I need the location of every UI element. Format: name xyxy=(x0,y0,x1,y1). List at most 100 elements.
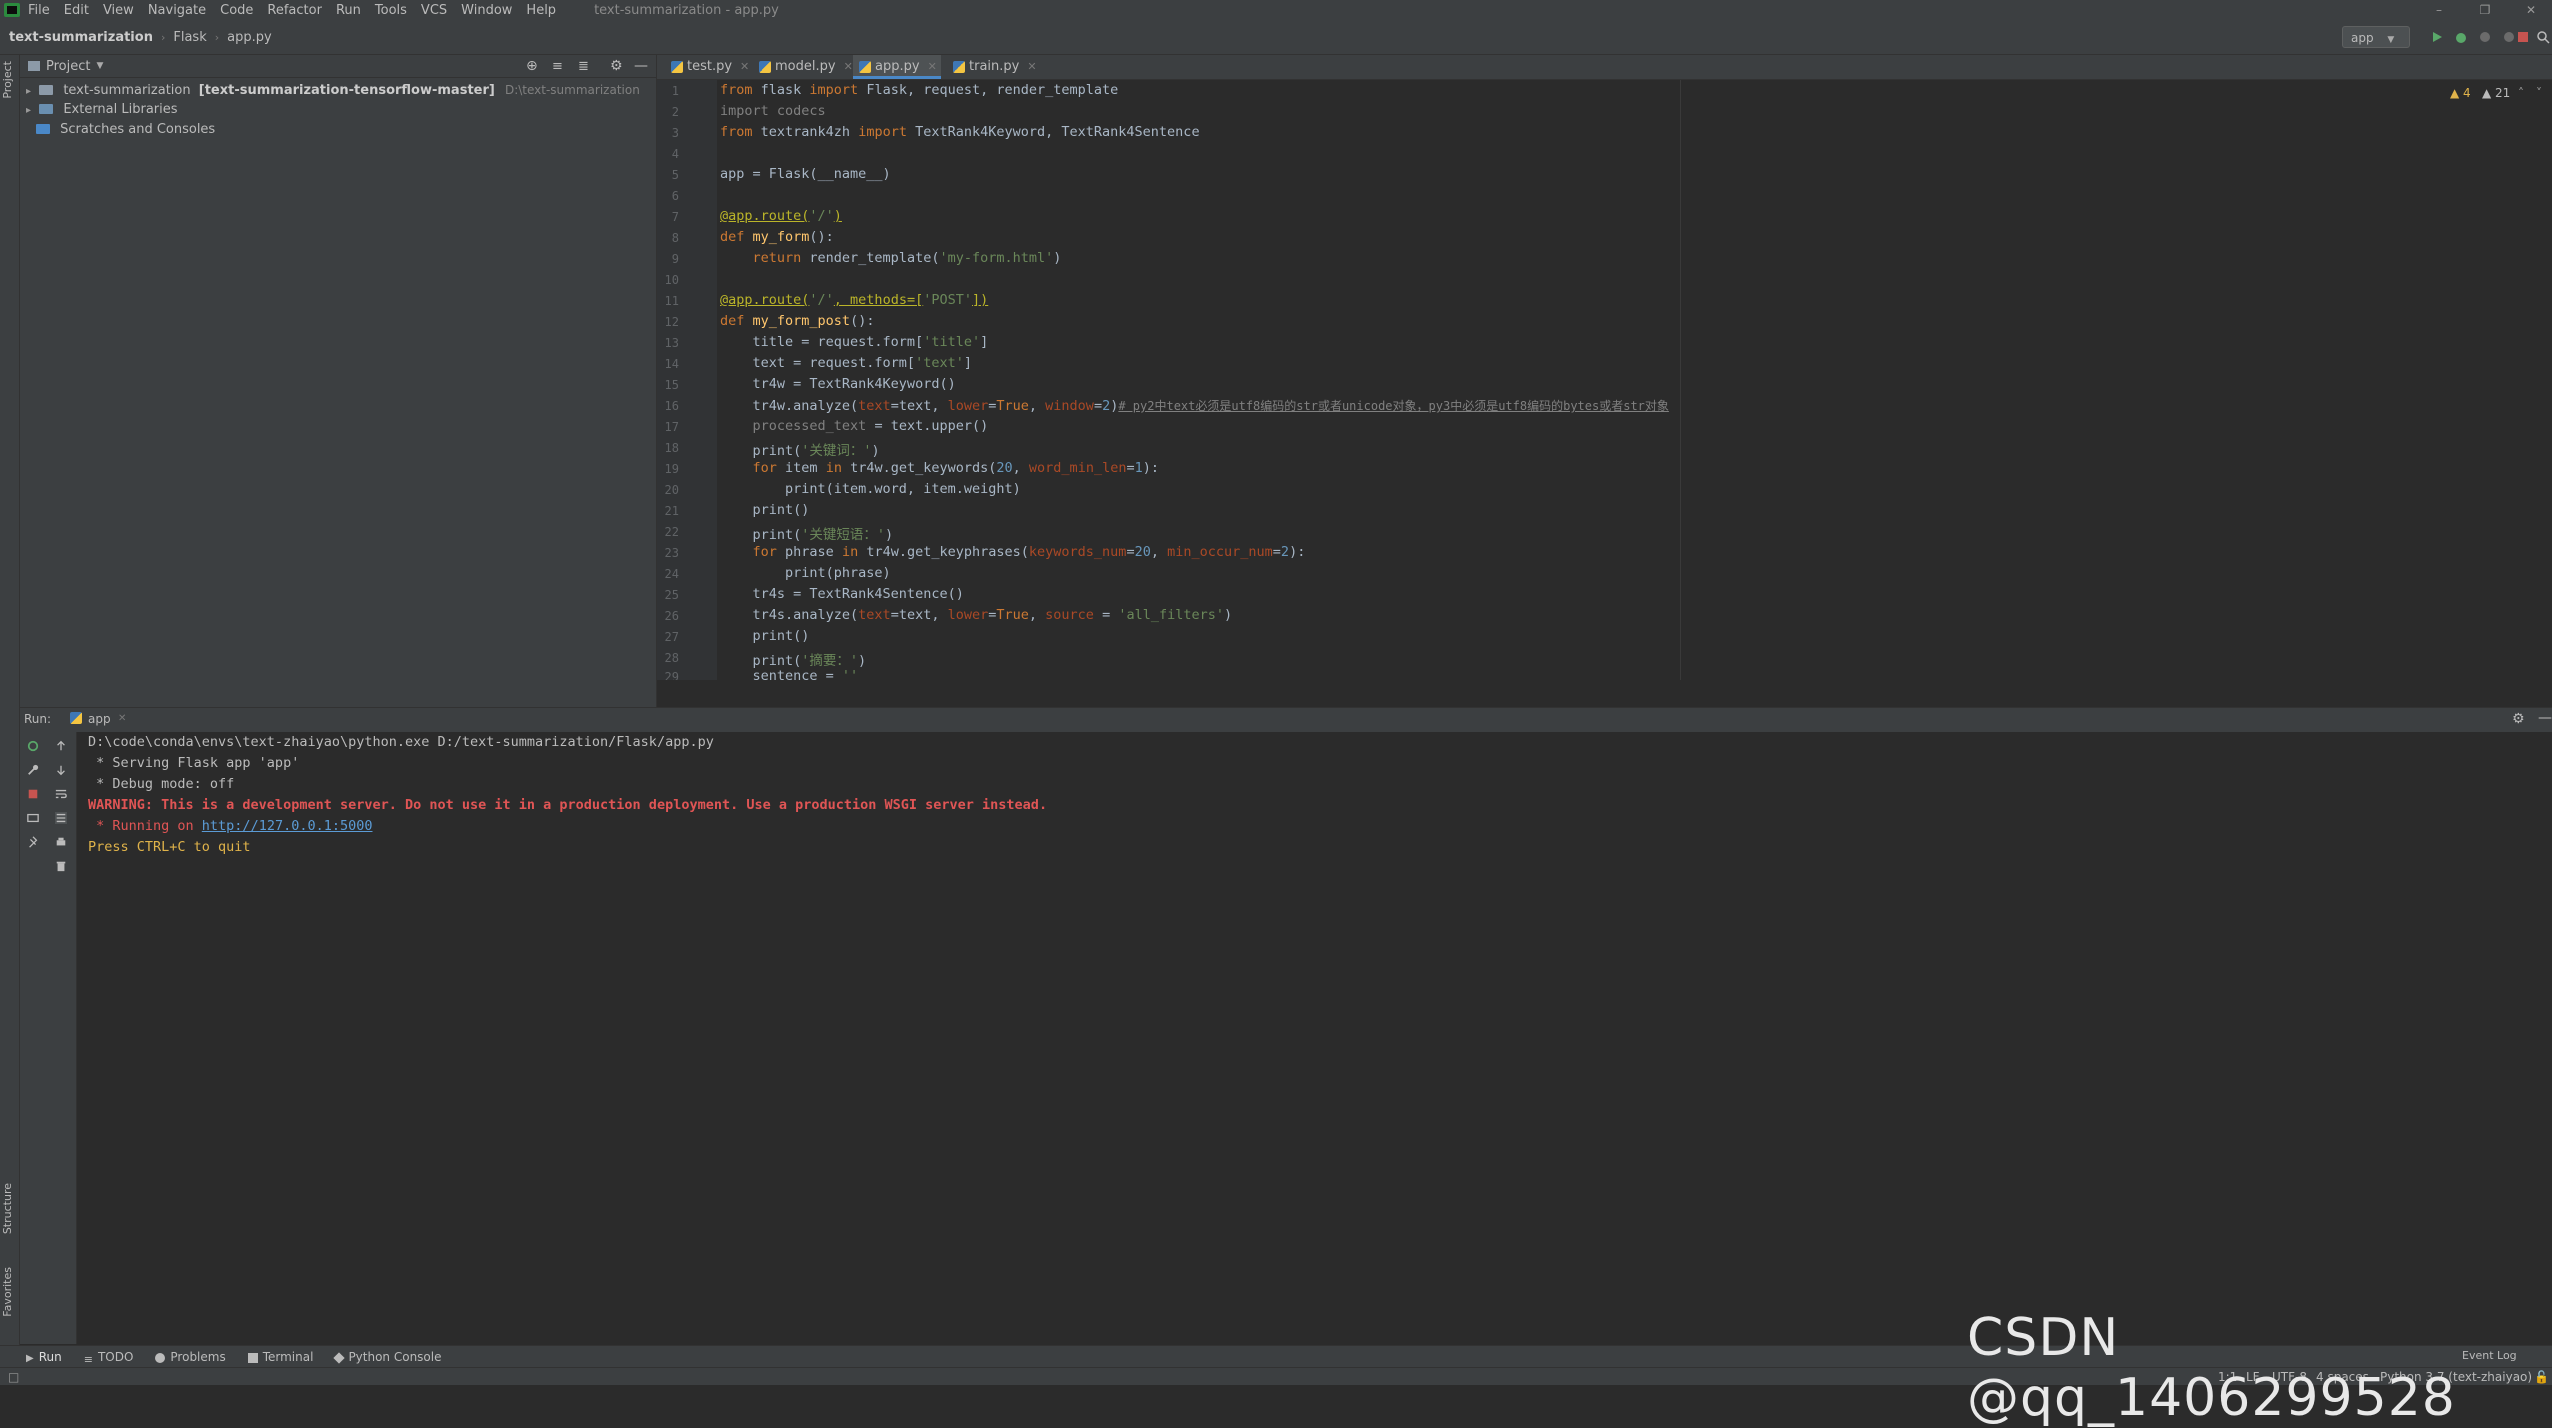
menu-tools[interactable]: Tools xyxy=(375,3,407,18)
code-line: sentence = '' xyxy=(720,668,859,680)
locate-icon[interactable]: ⊕ xyxy=(526,58,538,74)
rerun-icon[interactable] xyxy=(26,740,40,752)
tree-item-project-root[interactable]: ▸ text-summarization [text-summarization… xyxy=(20,80,640,100)
warning-count-badge[interactable]: ▲ 4 xyxy=(2450,86,2471,100)
wrench-icon[interactable] xyxy=(26,764,40,776)
scroll-to-end-icon[interactable] xyxy=(54,812,68,824)
project-tool-tab[interactable]: Project xyxy=(1,61,14,99)
tab-app-py[interactable]: app.py ✕ xyxy=(853,55,941,79)
menu-window[interactable]: Window xyxy=(461,3,512,18)
tool-tab-python-console[interactable]: Python Console xyxy=(333,1350,441,1364)
tool-tab-todo[interactable]: ≡ TODO xyxy=(83,1350,134,1366)
code-line: print('关键词：') xyxy=(720,443,880,459)
list-icon: ≡ xyxy=(83,1352,93,1366)
menu-refactor[interactable]: Refactor xyxy=(267,3,322,18)
close-tab-icon[interactable]: ✕ xyxy=(1027,60,1036,73)
tab-train-py[interactable]: train.py ✕ xyxy=(947,55,1037,79)
chevron-up-icon[interactable]: ˄ xyxy=(2518,86,2524,100)
coverage-icon[interactable] xyxy=(2478,30,2492,44)
restore-icon[interactable]: ❐ xyxy=(2464,0,2506,20)
chevron-right-icon[interactable]: ▸ xyxy=(26,86,31,97)
line-number: 24 xyxy=(664,567,679,581)
debug-icon[interactable] xyxy=(2454,30,2468,44)
code-line: tr4w = TextRank4Keyword() xyxy=(720,376,956,392)
line-number: 14 xyxy=(664,357,679,371)
chevron-down-icon[interactable]: ˅ xyxy=(2536,86,2542,100)
favorites-tool-tab[interactable]: Favorites xyxy=(1,1267,14,1317)
hide-panel-icon[interactable]: — xyxy=(2538,710,2552,726)
hide-panel-icon[interactable]: — xyxy=(634,58,648,74)
line-number: 25 xyxy=(664,588,679,602)
soft-wrap-icon[interactable] xyxy=(54,788,68,800)
menu-vcs[interactable]: VCS xyxy=(421,3,447,18)
pin-icon[interactable] xyxy=(26,836,40,848)
chevron-down-icon[interactable]: ▼ xyxy=(96,61,103,71)
close-tab-icon[interactable]: ✕ xyxy=(740,60,749,73)
run-console[interactable] xyxy=(77,732,2552,1344)
run-tab-app[interactable]: app xyxy=(88,712,111,726)
code-line: @app.route('/', methods=['POST']) xyxy=(720,292,989,308)
menu-help[interactable]: Help xyxy=(526,3,556,18)
collapse-all-icon[interactable]: ≣ xyxy=(578,59,589,74)
close-tab-icon[interactable]: ✕ xyxy=(844,60,853,73)
gear-icon[interactable]: ⚙ xyxy=(2512,711,2525,727)
arrow-down-icon[interactable] xyxy=(54,764,68,776)
gear-icon[interactable]: ⚙ xyxy=(610,58,623,74)
line-number: 20 xyxy=(664,483,679,497)
chevron-right-icon[interactable]: ▸ xyxy=(26,105,31,116)
tab-model-py[interactable]: model.py ✕ xyxy=(753,55,853,79)
console-line: D:\code\conda\envs\text-zhaiyao\python.e… xyxy=(88,734,714,750)
print-icon[interactable] xyxy=(54,836,68,848)
stop-icon[interactable] xyxy=(26,788,40,800)
tool-tab-problems[interactable]: Problems xyxy=(155,1350,226,1364)
run-configuration-select[interactable]: app ▼ xyxy=(2342,26,2410,48)
stop-icon[interactable] xyxy=(2516,30,2530,44)
menu-file[interactable]: File xyxy=(28,3,50,18)
search-everywhere-icon[interactable] xyxy=(2536,30,2550,44)
menu-code[interactable]: Code xyxy=(220,3,253,18)
menu-view[interactable]: View xyxy=(103,3,134,18)
breadcrumb-folder[interactable]: Flask xyxy=(173,30,206,45)
line-number: 17 xyxy=(664,420,679,434)
code-line: print(phrase) xyxy=(720,565,891,581)
project-view-select[interactable]: Project xyxy=(46,59,90,74)
breadcrumb-file[interactable]: app.py xyxy=(227,30,272,45)
weak-warning-count-badge[interactable]: ▲ 21 xyxy=(2482,86,2510,100)
line-number: 28 xyxy=(664,651,679,665)
tool-tab-terminal[interactable]: Terminal xyxy=(247,1350,313,1364)
code-line: import codecs xyxy=(720,103,826,119)
arrow-up-icon[interactable] xyxy=(54,740,68,752)
tool-tab-run[interactable]: ▶ Run xyxy=(26,1350,62,1364)
run-panel-label: Run: xyxy=(24,712,52,726)
profile-icon[interactable] xyxy=(2502,30,2516,44)
line-number: 1 xyxy=(671,84,679,98)
menu-run[interactable]: Run xyxy=(336,3,361,18)
close-tab-icon[interactable]: ✕ xyxy=(928,60,937,73)
left-tool-stripe: Project Structure Favorites xyxy=(0,55,20,1345)
line-number: 16 xyxy=(664,399,679,413)
status-toggle-icon[interactable]: □ xyxy=(8,1370,19,1384)
code-line: print() xyxy=(720,502,810,518)
rerun-icon[interactable] xyxy=(2430,30,2444,44)
menu-edit[interactable]: Edit xyxy=(64,3,89,18)
layout-icon[interactable] xyxy=(26,812,40,824)
code-editor[interactable] xyxy=(717,80,2552,680)
minimize-icon[interactable]: – xyxy=(2418,0,2460,20)
code-line: from flask import Flask, request, render… xyxy=(720,82,1119,98)
server-url-link[interactable]: http://127.0.0.1:5000 xyxy=(202,818,373,834)
breadcrumb-project[interactable]: text-summarization xyxy=(9,30,153,45)
line-number: 23 xyxy=(664,546,679,560)
structure-tool-tab[interactable]: Structure xyxy=(1,1183,14,1234)
tab-test-py[interactable]: test.py ✕ xyxy=(665,55,749,79)
code-line: tr4w.analyze(text=text, lower=True, wind… xyxy=(720,398,1669,414)
trash-icon[interactable] xyxy=(54,860,68,872)
tree-item-scratches[interactable]: Scratches and Consoles xyxy=(36,120,215,140)
close-tab-icon[interactable]: ✕ xyxy=(118,713,126,724)
code-line: for item in tr4w.get_keywords(20, word_m… xyxy=(720,460,1160,476)
scratches-icon xyxy=(36,123,50,134)
code-line: print() xyxy=(720,628,810,644)
tree-item-external-libraries[interactable]: ▸ External Libraries xyxy=(20,100,178,120)
expand-all-icon[interactable]: ≡ xyxy=(552,59,563,74)
menu-navigate[interactable]: Navigate xyxy=(148,3,206,18)
close-window-icon[interactable]: ✕ xyxy=(2510,0,2552,20)
